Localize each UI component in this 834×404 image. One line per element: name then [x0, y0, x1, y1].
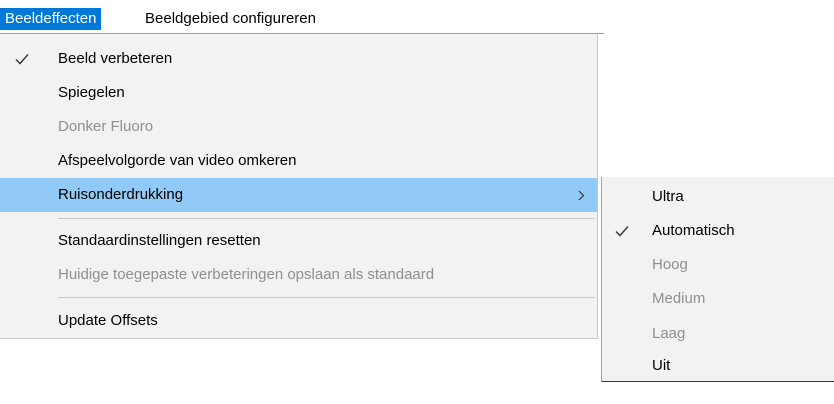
- submenu-item-ultra[interactable]: Ultra: [602, 180, 834, 214]
- submenu-item-uit[interactable]: Uit: [602, 349, 834, 383]
- submenu-item-label: Ultra: [652, 188, 684, 205]
- checkmark-icon: [12, 42, 32, 76]
- menu-item-label: Afspeelvolgorde van video omkeren: [58, 152, 297, 169]
- submenu-item-label: Hoog: [652, 256, 688, 273]
- menu-item-update-offsets[interactable]: Update Offsets: [0, 304, 597, 338]
- menu-item-label: Update Offsets: [58, 312, 158, 329]
- menu-item-ruisonderdrukking[interactable]: Ruisonderdrukking: [0, 178, 597, 212]
- submenu-item-automatisch[interactable]: Automatisch: [602, 214, 834, 248]
- menubar-item-beeldeffecten[interactable]: Beeldeffecten: [0, 8, 102, 30]
- menu-bar: Beeldeffecten Beeldgebied configureren: [0, 0, 604, 34]
- submenu-item-hoog[interactable]: Hoog: [602, 248, 834, 282]
- submenu-item-label: Automatisch: [652, 222, 735, 239]
- submenu-item-label: Laag: [652, 325, 686, 342]
- chevron-right-icon: [575, 178, 587, 212]
- menu-item-donker-fluoro[interactable]: Donker Fluoro: [0, 110, 597, 144]
- menu-item-label: Standaardinstellingen resetten: [58, 232, 261, 249]
- ruisonderdrukking-submenu: Ultra Automatisch Hoog Medium Laag Uit: [601, 177, 834, 382]
- menu-item-label: Spiegelen: [58, 84, 125, 101]
- menu-item-label: Ruisonderdrukking: [58, 186, 184, 203]
- checkmark-icon: [612, 214, 632, 248]
- menu-item-standaardinstellingen-resetten[interactable]: Standaardinstellingen resetten: [0, 224, 597, 258]
- menu-separator: [58, 218, 595, 219]
- menu-item-beeld-verbeteren[interactable]: Beeld verbeteren: [0, 42, 597, 76]
- menu-item-afspeelvolgorde-omkeren[interactable]: Afspeelvolgorde van video omkeren: [0, 144, 597, 178]
- beeldeffecten-menu: Beeld verbeteren Spiegelen Donker Fluoro…: [0, 34, 598, 339]
- menu-separator: [58, 297, 595, 298]
- submenu-item-laag[interactable]: Laag: [602, 317, 834, 351]
- menu-item-label: Beeld verbeteren: [58, 50, 173, 67]
- submenu-item-label: Uit: [652, 357, 671, 374]
- menu-item-label: Donker Fluoro: [58, 118, 154, 135]
- menu-item-verbeteringen-opslaan[interactable]: Huidige toegepaste verbeteringen opslaan…: [0, 258, 597, 292]
- menu-item-spiegelen[interactable]: Spiegelen: [0, 76, 597, 110]
- menu-item-label: Huidige toegepaste verbeteringen opslaan…: [58, 266, 435, 283]
- submenu-item-label: Medium: [652, 290, 706, 307]
- submenu-item-medium[interactable]: Medium: [602, 282, 834, 316]
- menubar-item-beeldgebied-configureren[interactable]: Beeldgebied configureren: [140, 8, 321, 30]
